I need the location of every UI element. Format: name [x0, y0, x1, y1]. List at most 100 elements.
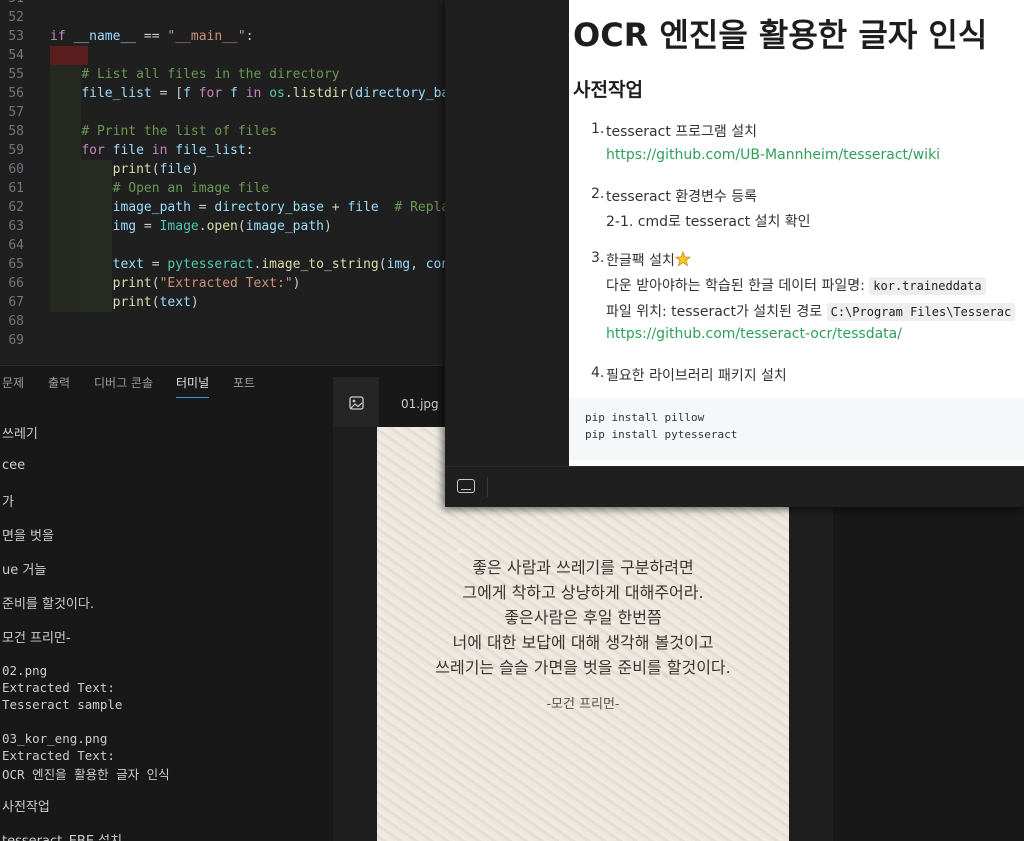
- markdown-preview[interactable]: OCR 엔진을 활용한 글자 인식 사전작업 1. tesseract 프로그램…: [569, 0, 1024, 466]
- page-title: OCR 엔진을 활용한 글자 인식: [573, 16, 988, 54]
- list-number: 2.: [591, 186, 605, 202]
- code-text: image_path = directory_base + file # Rep…: [112, 200, 458, 215]
- code-text: img = Image.open(image_path): [112, 219, 332, 234]
- line-number: 58: [8, 124, 24, 139]
- line-number: 63: [8, 219, 24, 234]
- tab-output[interactable]: 출력: [48, 374, 70, 398]
- code-text: # Open an image file: [112, 181, 270, 196]
- terminal-line: cee: [2, 458, 26, 473]
- section-heading: 사전작업: [573, 79, 643, 101]
- tab-ports[interactable]: 포트: [233, 374, 255, 398]
- divider: [487, 477, 488, 497]
- code-line[interactable]: 63 img = Image.open(image_path): [0, 217, 460, 236]
- list-subitem: 2-1. cmd로 tesseract 설치 확인: [606, 214, 811, 230]
- line-number: 53: [8, 29, 24, 44]
- code-line[interactable]: 54: [0, 46, 460, 65]
- code-block-line: pip install pillow: [585, 411, 705, 424]
- terminal-line: 준비를 할것이다.: [2, 597, 94, 612]
- code-text: print(text): [112, 295, 199, 310]
- tab-terminal[interactable]: 터미널: [176, 374, 210, 398]
- link-tesseract-wiki[interactable]: https://github.com/UB-Mannheim/tesseract…: [606, 147, 940, 163]
- inline-code: kor.traineddata: [869, 277, 986, 295]
- list-number: 4.: [591, 365, 605, 381]
- line-number: 65: [8, 257, 24, 272]
- terminal-line: 03_kor_eng.png: [2, 731, 108, 746]
- tab-problems[interactable]: 문제: [2, 374, 24, 398]
- code-line[interactable]: 53 if __name__ == "__main__":: [0, 27, 460, 46]
- line-number: 68: [8, 314, 24, 329]
- code-text: if __name__ == "__main__":: [50, 29, 254, 44]
- list-item-text: tesseract 환경변수 등록: [606, 189, 758, 205]
- list-item-label: 한글팩 설치: [606, 253, 675, 269]
- code-text: file_list = [f for f in os.listdir(direc…: [81, 86, 458, 101]
- code-text: print("Extracted Text:"): [112, 276, 301, 291]
- line-number: 55: [8, 67, 24, 82]
- code-text: print(file): [112, 162, 199, 177]
- code-line[interactable]: 55 # List all files in the directory: [0, 65, 460, 84]
- code-line[interactable]: 68: [0, 312, 460, 331]
- code-text: # Print the list of files: [81, 124, 277, 139]
- line-number: 69: [8, 333, 24, 348]
- list-subitem: 파일 위치: tesseract가 설치된 경로 C:\Program File…: [606, 301, 1016, 321]
- code-line[interactable]: 62 image_path = directory_base + file # …: [0, 198, 460, 217]
- line-number: 54: [8, 48, 24, 63]
- background-area: [833, 507, 1024, 841]
- line-number: 59: [8, 143, 24, 158]
- terminal-line: 면을 벗을: [2, 529, 54, 544]
- tab-image-file[interactable]: 01.jpg: [401, 397, 439, 411]
- line-number: 52: [8, 10, 24, 25]
- star-emoji-icon: [674, 251, 691, 267]
- list-item-text: 필요한 라이브러리 패키지 설치: [606, 368, 787, 384]
- code-line[interactable]: 56 file_list = [f for f in os.listdir(di…: [0, 84, 460, 103]
- code-block-line: pip install pytesseract: [585, 428, 738, 441]
- code-line[interactable]: 58 # Print the list of files: [0, 122, 460, 141]
- list-subitem: 다운 받아야하는 학습된 한글 데이터 파일명: kor.traineddata: [606, 275, 986, 295]
- image-file-icon[interactable]: [333, 377, 379, 427]
- line-number: 61: [8, 181, 24, 196]
- poem-line: 좋은 사람과 쓰레기를 구분하려면: [472, 558, 694, 577]
- code-line[interactable]: 60 print(file): [0, 160, 460, 179]
- list-item-text: tesseract 프로그램 설치: [606, 124, 758, 140]
- line-number: 64: [8, 238, 24, 253]
- terminal-line: tesseract_EBE 설치: [2, 830, 122, 841]
- terminal-line: 모건 프리먼-: [2, 631, 71, 646]
- poem-line: 그에게 착하고 상냥하게 대해주어라.: [462, 583, 704, 602]
- code-line[interactable]: 59 for file in file_list:: [0, 141, 460, 160]
- tab-debug-console[interactable]: 디버그 콘솔: [94, 374, 153, 398]
- line-number: 51: [0, 0, 24, 8]
- terminal-line: 02.png: [2, 663, 48, 678]
- poem-line: 너에 대한 보답에 대해 생각해 볼것이고: [452, 633, 714, 652]
- list-item-text: 한글팩 설치: [606, 250, 691, 270]
- code-text: text = pytesseract.image_to_string(img, …: [112, 257, 450, 272]
- code-text: for file in file_list:: [81, 143, 254, 158]
- code-line[interactable]: 64: [0, 236, 460, 255]
- window-bottom-bar: [445, 466, 1024, 507]
- link-tessdata[interactable]: https://github.com/tesseract-ocr/tessdat…: [606, 326, 902, 342]
- terminal-line: Extracted Text:: [2, 680, 115, 695]
- list-subitem-text: 다운 받아야하는 학습된 한글 데이터 파일명:: [606, 278, 865, 294]
- terminal-line: 가: [2, 495, 14, 510]
- line-number: 67: [8, 295, 24, 310]
- code-line[interactable]: 52: [0, 8, 460, 27]
- notes-window: OCR 엔진을 활용한 글자 인식 사전작업 1. tesseract 프로그램…: [445, 0, 1024, 507]
- poem-line: 좋은사람은 후일 한번쯤: [504, 608, 662, 627]
- list-number: 1.: [591, 121, 605, 137]
- code-line[interactable]: 69: [0, 331, 460, 350]
- poem-author: -모건 프리먼-: [546, 697, 620, 712]
- line-number: 56: [8, 86, 24, 101]
- terminal-line: OCR 엔진을 활용한 글자 인식: [2, 767, 170, 782]
- code-line[interactable]: 51: [0, 0, 460, 8]
- inline-code: C:\Program Files\Tesserac: [826, 303, 1016, 321]
- line-number: 60: [8, 162, 24, 177]
- terminal-line: 쓰레기: [2, 427, 38, 442]
- code-line[interactable]: 65 text = pytesseract.image_to_string(im…: [0, 255, 460, 274]
- code-line[interactable]: 61 # Open an image file: [0, 179, 460, 198]
- code-line[interactable]: 67 print(text): [0, 293, 460, 312]
- list-subitem-text: 파일 위치: tesseract가 설치된 경로: [606, 304, 823, 320]
- code-line[interactable]: 66 print("Extracted Text:"): [0, 274, 460, 293]
- terminal-line: ue 거늘: [2, 563, 47, 578]
- code-block[interactable]: pip install pillow pip install pytessera…: [569, 398, 1024, 460]
- terminal-line: Tesseract sample: [2, 697, 123, 712]
- keyboard-icon[interactable]: [457, 479, 475, 493]
- code-line[interactable]: 57: [0, 103, 460, 122]
